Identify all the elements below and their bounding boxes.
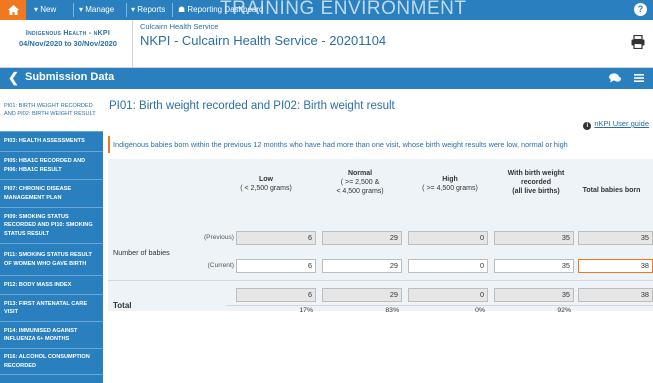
sidebar-item-pi12[interactable]: PI12: Body mass index [0, 276, 103, 295]
total-babies-value: 38 [578, 288, 653, 302]
info-icon: i [583, 122, 592, 130]
column-header-normal: Normal ( >= 2,500 & < 4,500 grams) [336, 170, 384, 195]
caret-down-icon: ▾ [34, 5, 39, 14]
total-normal-value: 29 [322, 288, 402, 302]
row-label-number-of-babies: Number of babies [113, 248, 170, 257]
service-name: Culcairn Health Service [140, 22, 219, 31]
sidebar-item-pi16[interactable]: PI16: Alcohol consumption recorded [0, 349, 103, 375]
column-header-total-babies-born: Total babies born [582, 187, 641, 194]
previous-high-value: 0 [408, 231, 488, 245]
chevron-left-icon[interactable]: ❮ [8, 70, 19, 86]
total-low-value: 6 [236, 288, 316, 302]
page-header: Indigenous Health - nKPI 04/Nov/2020 to … [0, 20, 653, 68]
current-normal-input[interactable]: 29 [322, 259, 402, 273]
previous-low-value: 6 [236, 231, 316, 245]
sidebar-item-pi03[interactable]: PI03: Health assessments [0, 132, 103, 152]
sidebar-item-pi07[interactable]: PI07: Chronic disease management plan [0, 180, 103, 208]
sidebar-item-pi01[interactable]: PI01: Birth weight recorded and PI02: Bi… [0, 89, 103, 132]
indicator-sidebar: PI01: Birth weight recorded and PI02: Bi… [0, 89, 103, 383]
sidebar-item-pi13[interactable]: PI13: First antenatal care visit [0, 295, 103, 322]
help-icon[interactable]: ? [634, 3, 647, 16]
previous-normal-value: 29 [322, 231, 402, 245]
previous-label: (Previous) [203, 234, 234, 241]
current-total-input[interactable]: 38 [578, 259, 653, 273]
home-icon [7, 5, 19, 15]
percent-recorded: 92% [557, 307, 571, 314]
main-content: PI01: Birth weight recorded and PI02: Bi… [103, 89, 653, 383]
home-button[interactable] [0, 0, 26, 20]
current-label: (Current) [207, 262, 234, 269]
subbar-title: Submission Data [25, 71, 115, 83]
divider [126, 3, 127, 17]
print-icon[interactable] [631, 35, 645, 49]
top-nav-bar: ▾ New ▾ Manage ▾ Reports ☗ Reporting Das… [0, 0, 653, 20]
hamburger-menu-icon[interactable] [634, 73, 644, 83]
training-environment-watermark: TRAINING ENVIRONMENT [220, 0, 467, 19]
current-high-input[interactable]: 0 [408, 259, 488, 273]
current-recorded-input[interactable]: 35 [494, 259, 574, 273]
percent-normal: 83% [385, 307, 399, 314]
sidebar-item-pi05[interactable]: PI05: HbA1c recorded and PI06: HbA1c res… [0, 152, 103, 180]
total-recorded-value: 35 [494, 288, 574, 302]
submission-title: NKPI - Culcairn Health Service - 2020110… [140, 33, 387, 48]
sidebar-item-pi14[interactable]: PI14: Immunised against influenza 6+ mon… [0, 322, 103, 349]
totals-divider [226, 305, 653, 306]
caret-down-icon: ▾ [79, 5, 84, 14]
comments-icon[interactable] [609, 73, 621, 83]
current-low-input[interactable]: 6 [236, 259, 316, 273]
divider [73, 3, 74, 17]
column-header-low: Low ( < 2,500 grams) [240, 176, 292, 192]
submission-data-bar: ❮ Submission Data [0, 68, 653, 89]
caret-down-icon: ▾ [131, 5, 136, 14]
column-header-high: High ( >= 4,500 grams) [422, 176, 478, 192]
dashboard-icon: ☗ [178, 5, 186, 14]
row-divider [108, 280, 653, 281]
organisation-info: Indigenous Health - nKPI 04/Nov/2020 to … [0, 20, 133, 68]
previous-recorded-value: 35 [494, 231, 574, 245]
reports-menu[interactable]: ▾ Reports [131, 0, 165, 20]
page-title: PI01: Birth weight recorded and PI02: Bi… [109, 100, 395, 112]
organisation-name: Indigenous Health - nKPI [25, 30, 111, 37]
sidebar-item-pi11[interactable]: PI11: Smoking status result of women who… [0, 244, 103, 276]
percent-low: 17% [299, 307, 313, 314]
total-label: Total [113, 301, 132, 310]
new-menu[interactable]: ▾ New [34, 0, 56, 20]
percent-high: 0% [475, 307, 485, 314]
sidebar-item-pi09[interactable]: PI09: Smoking status recorded and PI10: … [0, 208, 103, 244]
total-high-value: 0 [408, 288, 488, 302]
reporting-period: 04/Nov/2020 to 30/Nov/2020 [19, 39, 117, 48]
divider [172, 3, 173, 17]
previous-total-value: 35 [578, 231, 653, 245]
user-guide-link[interactable]: i nKPI User guide [583, 119, 649, 130]
indicator-description: Indigenous babies born within the previo… [108, 136, 653, 153]
manage-menu[interactable]: ▾ Manage [79, 0, 114, 20]
